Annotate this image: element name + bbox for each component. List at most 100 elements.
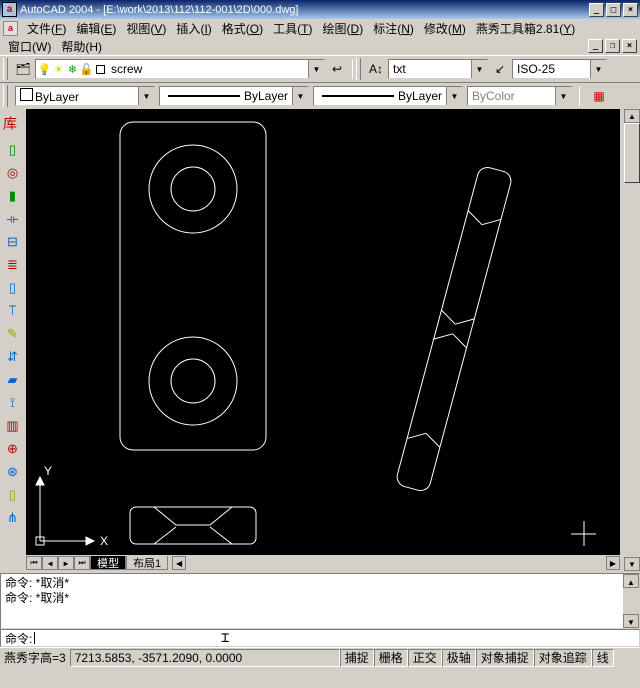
tool-icon[interactable]: ⊟	[2, 231, 23, 252]
tool-icon[interactable]: ▥	[2, 415, 23, 436]
menu-edit[interactable]: 编辑(E)	[71, 19, 121, 38]
chevron-down-icon[interactable]: ▼	[446, 87, 462, 105]
tool-icon[interactable]: ▯	[2, 139, 23, 160]
tab-first-button[interactable]: ⏮	[26, 556, 42, 570]
maximize-button[interactable]: □	[606, 3, 621, 17]
status-otrack[interactable]: 对象追踪	[534, 649, 592, 667]
layer-toolbar: 🗂 💡 ☀ ❄ 🔓 screw ▼ ↩ A↕ txt ▼ ↙ ISO-25 ▼	[0, 55, 640, 83]
menu-yanxiu[interactable]: 燕秀工具箱2.81(Y)	[471, 19, 580, 38]
app-icon: a	[2, 2, 17, 17]
tool-icon[interactable]: ◎	[2, 162, 23, 183]
tool-icon[interactable]: ⟛	[2, 208, 23, 229]
tool-icon[interactable]: ≣	[2, 254, 23, 275]
scroll-up-button[interactable]: ▲	[624, 109, 640, 123]
menu-tools[interactable]: 工具(T)	[268, 19, 317, 38]
dimstyle-combo[interactable]: ISO-25 ▼	[512, 59, 607, 79]
left-toolbar: ▯ ◎ ▮ ⟛ ⊟ ≣ ▯ ⟙ ✎ ⇵ ▰ ⟟ ▥ ⊕ ⊛ ▯ ⋔	[0, 137, 25, 528]
dim-style-icon[interactable]: A↕	[365, 58, 387, 80]
vscrollbar[interactable]: ▲ ▼	[624, 109, 640, 571]
table-icon[interactable]: ▦	[588, 85, 610, 107]
menu-insert[interactable]: 插入(I)	[171, 19, 216, 38]
status-ortho[interactable]: 正交	[408, 649, 442, 667]
command-prompt: 命令:	[5, 630, 32, 647]
menu-dimension[interactable]: 标注(N)	[368, 19, 419, 38]
chevron-down-icon[interactable]: ▼	[590, 60, 606, 78]
layer-combo[interactable]: 💡 ☀ ❄ 🔓 screw ▼	[35, 59, 325, 79]
tool-icon[interactable]: ⊛	[2, 461, 23, 482]
linetype-combo[interactable]: ByLayer ▼	[159, 86, 309, 106]
scroll-thumb[interactable]	[624, 123, 640, 183]
status-grid[interactable]: 栅格	[374, 649, 408, 667]
status-lwt[interactable]: 线	[592, 649, 614, 667]
ucs-x-label: X	[100, 534, 108, 548]
menu-bar-2: 窗口(W) 帮助(H) _ ❐ ×	[0, 37, 640, 55]
tool-icon[interactable]: ▰	[2, 369, 23, 390]
bulb-icon: 💡	[38, 63, 51, 76]
tool-icon[interactable]: ▮	[2, 185, 23, 206]
dim-icon[interactable]: ↙	[489, 58, 511, 80]
menu-view[interactable]: 视图(V)	[121, 19, 171, 38]
status-coords: 7213.5853, -3571.2090, 0.0000	[70, 649, 340, 667]
scroll-down-button[interactable]: ▼	[623, 614, 639, 628]
status-left: 燕秀字高=3	[0, 649, 70, 667]
scroll-up-button[interactable]: ▲	[623, 574, 639, 588]
tool-icon[interactable]: ⇵	[2, 346, 23, 367]
textstyle-combo[interactable]: txt ▼	[388, 59, 488, 79]
tool-icon[interactable]: ⋔	[2, 507, 23, 528]
menu-draw[interactable]: 绘图(D)	[318, 19, 369, 38]
status-bar: 燕秀字高=3 7213.5853, -3571.2090, 0.0000 捕捉 …	[0, 647, 640, 667]
menu-window[interactable]: 窗口(W)	[3, 37, 56, 56]
tab-last-button[interactable]: ⏭	[74, 556, 90, 570]
status-osnap[interactable]: 对象捕捉	[476, 649, 534, 667]
menu-modify[interactable]: 修改(M)	[419, 19, 471, 38]
mdi-restore-button[interactable]: ❐	[605, 39, 620, 53]
mouse-cursor-icon: ⌶	[221, 630, 229, 646]
menu-file[interactable]: 文件(F)	[22, 19, 71, 38]
minimize-button[interactable]: _	[589, 3, 604, 17]
tab-layout1[interactable]: 布局1	[126, 556, 168, 570]
menu-format[interactable]: 格式(O)	[217, 19, 268, 38]
tool-icon[interactable]: ▯	[2, 277, 23, 298]
layer-previous-icon[interactable]: ↩	[326, 58, 348, 80]
chevron-down-icon[interactable]: ▼	[292, 87, 308, 105]
chevron-down-icon[interactable]: ▼	[471, 60, 487, 78]
scroll-right-button[interactable]: ▶	[606, 556, 620, 570]
color-value: ByLayer	[16, 88, 138, 104]
status-polar[interactable]: 极轴	[442, 649, 476, 667]
close-button[interactable]: ×	[623, 3, 638, 17]
tab-model[interactable]: 模型	[90, 556, 126, 570]
drawing-svg: X Y	[26, 109, 620, 555]
title-bar: a AutoCAD 2004 - [E:\work\2013\112\112-0…	[0, 0, 640, 19]
hscrollbar[interactable]: ◀ ▶	[172, 556, 620, 570]
mdi-close-button[interactable]: ×	[622, 39, 637, 53]
sun-icon: ☀	[52, 63, 65, 76]
doc-icon[interactable]: a	[3, 21, 18, 36]
tool-icon[interactable]: ⟙	[2, 300, 23, 321]
library-panel-tab[interactable]: 库	[0, 109, 20, 137]
status-snap[interactable]: 捕捉	[340, 649, 374, 667]
layer-combo-value: screw	[107, 62, 308, 76]
toolbar-handle[interactable]	[3, 85, 8, 107]
cmd-vscroll[interactable]: ▲ ▼	[623, 574, 639, 628]
tool-icon[interactable]: ⊕	[2, 438, 23, 459]
toolbar-handle[interactable]	[3, 58, 8, 80]
tool-icon[interactable]: ▯	[2, 484, 23, 505]
scroll-left-button[interactable]: ◀	[172, 556, 186, 570]
chevron-down-icon[interactable]: ▼	[308, 60, 324, 78]
lineweight-combo[interactable]: ByLayer ▼	[313, 86, 463, 106]
command-history: 命令: *取消* 命令: *取消* ▲ ▼	[0, 573, 640, 629]
menu-help[interactable]: 帮助(H)	[56, 37, 107, 56]
color-combo[interactable]: ByLayer ▼	[15, 86, 155, 106]
command-input[interactable]: 命令: ⌶	[0, 629, 640, 647]
tab-next-button[interactable]: ▶	[58, 556, 74, 570]
tool-icon[interactable]: ⟟	[2, 392, 23, 413]
layer-manager-icon[interactable]: 🗂	[12, 58, 34, 80]
tool-icon[interactable]: ✎	[2, 323, 23, 344]
textstyle-value: txt	[389, 62, 471, 76]
toolbar-handle[interactable]	[356, 58, 361, 80]
mdi-minimize-button[interactable]: _	[588, 39, 603, 53]
tab-prev-button[interactable]: ◀	[42, 556, 58, 570]
drawing-canvas[interactable]: X Y	[26, 109, 620, 555]
chevron-down-icon[interactable]: ▼	[138, 87, 154, 105]
scroll-down-button[interactable]: ▼	[624, 557, 640, 571]
